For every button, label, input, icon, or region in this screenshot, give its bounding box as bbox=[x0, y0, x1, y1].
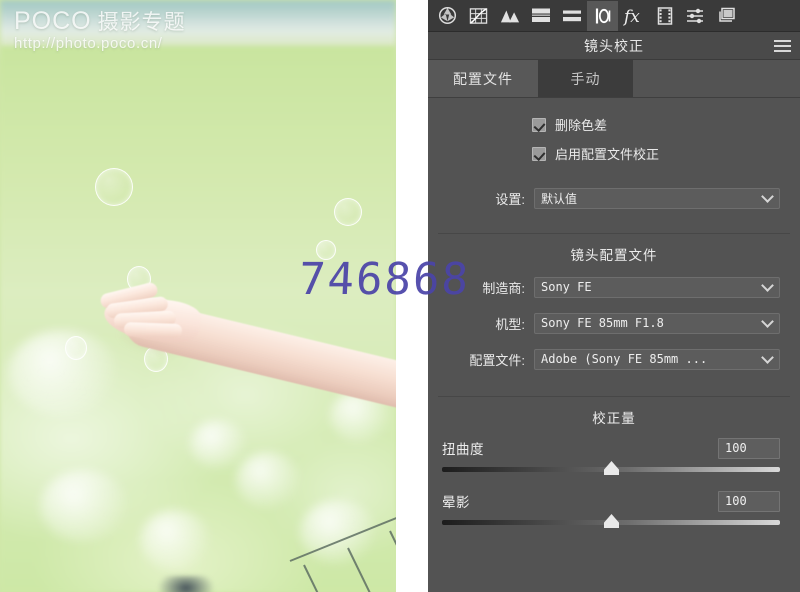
profile-select[interactable]: Adobe (Sony FE 85mm ... bbox=[534, 348, 780, 370]
profile-label: 配置文件: bbox=[469, 352, 525, 368]
tab-manual[interactable]: 手动 bbox=[538, 60, 633, 97]
profile-select-value: Adobe (Sony FE 85mm ... bbox=[541, 352, 708, 366]
detail-icon[interactable] bbox=[556, 1, 587, 31]
svg-text:fx: fx bbox=[623, 7, 640, 26]
checkbox-label: 删除色差 bbox=[555, 118, 608, 133]
settings-select-value: 默认值 bbox=[541, 191, 578, 206]
chevron-down-icon bbox=[761, 190, 774, 203]
slider-label: 晕影 bbox=[442, 495, 470, 510]
chevron-down-icon bbox=[761, 315, 774, 328]
slider-track[interactable] bbox=[442, 514, 780, 528]
lens-profile-section-title: 镜头配置文件 bbox=[570, 248, 658, 263]
model-row: 机型: Sony FE 85mm F1.8 bbox=[428, 308, 800, 338]
bokeh-spot bbox=[140, 510, 210, 570]
page-title: 镜头校正 bbox=[584, 37, 644, 54]
effects-fx-icon[interactable]: fx bbox=[618, 1, 649, 31]
slider-label: 扭曲度 bbox=[442, 442, 484, 457]
bokeh-spot bbox=[190, 420, 246, 468]
chevron-down-icon bbox=[761, 279, 774, 292]
lens-correction-panel: fx 镜头校正 配置文件 手动 删除色差 启用配置文件校正 设置: 默认值 镜头… bbox=[428, 0, 800, 592]
model-select-value: Sony FE 85mm F1.8 bbox=[541, 316, 664, 330]
tab-bar-filler bbox=[633, 60, 800, 97]
make-select-value: Sony FE bbox=[541, 280, 592, 294]
checkbox-enable-profile-corrections[interactable] bbox=[532, 146, 546, 161]
slider-track[interactable] bbox=[442, 461, 780, 475]
panel-body: 删除色差 启用配置文件校正 设置: 默认值 镜头配置文件 制造商: Sony F… bbox=[428, 98, 800, 528]
panel-toolbar: fx bbox=[428, 0, 800, 32]
checkbox-row-enable-profile-corrections[interactable]: 启用配置文件校正 bbox=[532, 142, 800, 165]
bokeh-spot bbox=[40, 470, 128, 542]
layers-icon[interactable] bbox=[711, 1, 742, 31]
soap-bubble bbox=[334, 198, 362, 226]
slider-thumb[interactable] bbox=[604, 461, 619, 475]
hamburger-menu-icon[interactable] bbox=[774, 39, 791, 52]
film-strip-icon[interactable] bbox=[649, 1, 680, 31]
finger-pinky bbox=[123, 321, 183, 339]
model-select[interactable]: Sony FE 85mm F1.8 bbox=[534, 312, 780, 334]
chevron-down-icon bbox=[761, 351, 774, 364]
tab-bar: 配置文件 手动 bbox=[428, 60, 800, 98]
settings-label: 设置: bbox=[495, 191, 525, 207]
tone-curve-icon[interactable] bbox=[463, 1, 494, 31]
sliders-icon[interactable] bbox=[680, 1, 711, 31]
tab-profile[interactable]: 配置文件 bbox=[428, 60, 538, 97]
bokeh-spot bbox=[236, 452, 300, 508]
basic-adjust-icon[interactable] bbox=[432, 1, 463, 31]
checkbox-row-remove-chromatic-aberration[interactable]: 删除色差 bbox=[532, 113, 800, 136]
correction-amount-section-title: 校正量 bbox=[592, 411, 636, 426]
soap-bubble bbox=[95, 168, 133, 206]
slider-distortion: 扭曲度 100 bbox=[428, 435, 800, 475]
mountains-icon[interactable] bbox=[494, 1, 525, 31]
slider-value-input[interactable]: 100 bbox=[718, 490, 780, 512]
soap-bubble bbox=[65, 336, 87, 360]
checkbox-label: 启用配置文件校正 bbox=[555, 147, 660, 162]
model-label: 机型: bbox=[495, 316, 525, 332]
bokeh-spot bbox=[8, 330, 118, 416]
app-root: POCO 摄影专题 http://photo.poco.cn/ 746868 f… bbox=[0, 0, 800, 592]
slider-value-input[interactable]: 100 bbox=[718, 437, 780, 459]
overlay-number: 746868 bbox=[297, 254, 472, 305]
slider-vignetting: 晕影 100 bbox=[428, 488, 800, 528]
background-railing bbox=[289, 510, 396, 592]
checkbox-remove-chromatic-aberration[interactable] bbox=[532, 117, 546, 132]
foreground-blur-object bbox=[158, 576, 214, 592]
split-toning-icon[interactable] bbox=[525, 1, 556, 31]
slider-thumb[interactable] bbox=[604, 514, 619, 528]
lens-correction-icon[interactable] bbox=[587, 0, 618, 31]
make-select[interactable]: Sony FE bbox=[534, 276, 780, 298]
profile-row: 配置文件: Adobe (Sony FE 85mm ... bbox=[428, 344, 800, 374]
settings-row: 设置: 默认值 bbox=[428, 183, 800, 213]
settings-select[interactable]: 默认值 bbox=[534, 187, 780, 209]
panel-titlebar: 镜头校正 bbox=[428, 32, 800, 60]
make-row: 制造商: Sony FE bbox=[428, 272, 800, 302]
